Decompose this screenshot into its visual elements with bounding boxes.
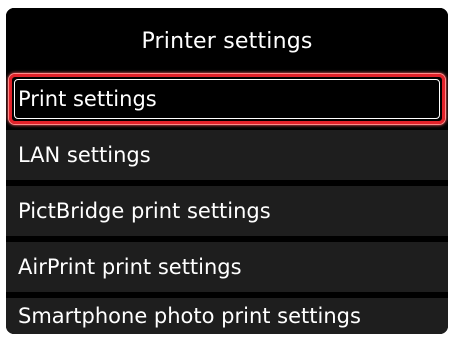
menu-item-label: LAN settings xyxy=(18,143,151,167)
page-title: Printer settings xyxy=(141,29,313,54)
menu-item-lan-settings[interactable]: LAN settings xyxy=(6,130,448,180)
menu-item-label: Print settings xyxy=(18,87,157,111)
printer-lcd-screen: Printer settings Print settings LAN sett… xyxy=(6,8,448,334)
title-bar: Printer settings xyxy=(6,8,448,72)
menu-item-airprint-print-settings[interactable]: AirPrint print settings xyxy=(6,242,448,292)
menu-item-label: AirPrint print settings xyxy=(18,255,242,279)
menu-item-pictbridge-print-settings[interactable]: PictBridge print settings xyxy=(6,186,448,236)
menu-item-label: Smartphone photo print settings xyxy=(18,304,361,328)
menu-item-label: PictBridge print settings xyxy=(18,199,271,223)
menu-item-smartphone-photo-print-settings[interactable]: Smartphone photo print settings xyxy=(6,298,448,334)
menu-item-print-settings[interactable]: Print settings xyxy=(6,72,448,126)
